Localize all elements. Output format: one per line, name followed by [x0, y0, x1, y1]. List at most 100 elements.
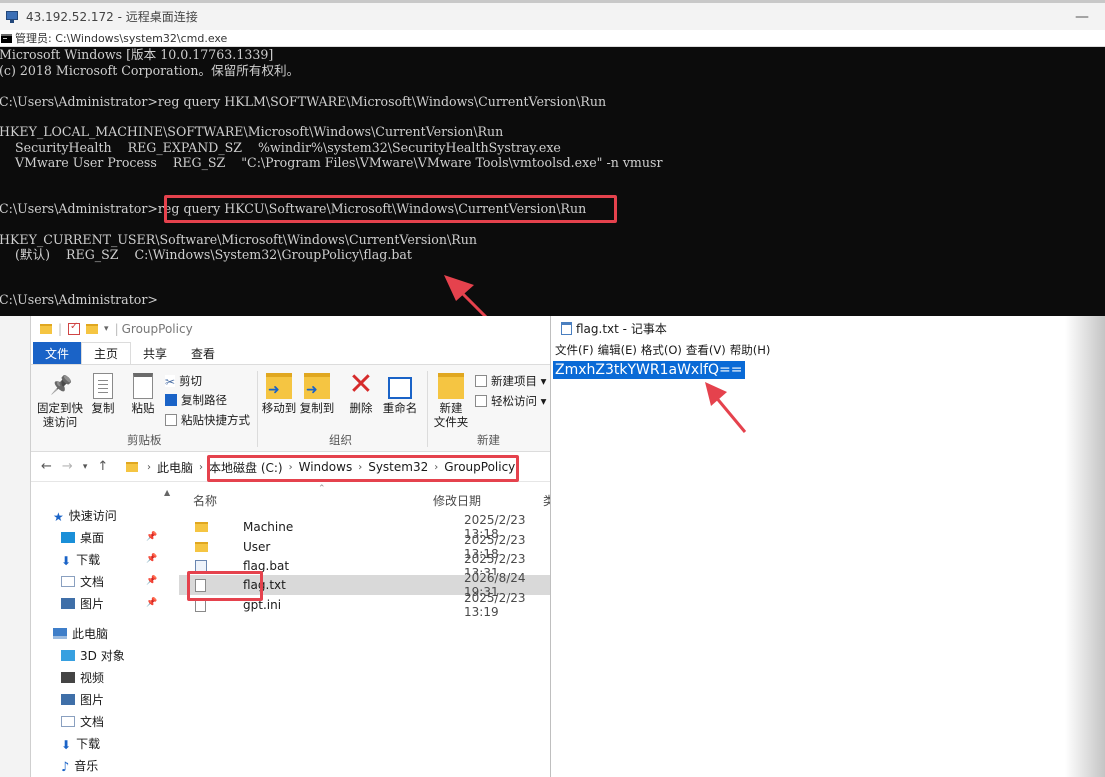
- download-icon: ⬇: [61, 738, 72, 752]
- console-prompt: C:\Users\Administrator>: [0, 292, 158, 307]
- cmd-console[interactable]: Microsoft Windows [版本 10.0.17763.1339] (…: [0, 47, 1105, 316]
- paste-shortcut-button[interactable]: 粘贴快捷方式: [165, 412, 250, 428]
- nav-documents-pc[interactable]: 文档: [61, 713, 104, 730]
- menu-format[interactable]: 格式(O): [641, 342, 682, 358]
- menu-file[interactable]: 文件(F): [555, 342, 594, 358]
- back-arrow-icon[interactable]: ←: [41, 459, 52, 474]
- nav-desktop[interactable]: 桌面: [61, 529, 104, 546]
- folder-icon: [195, 522, 208, 532]
- scissors-icon: ✂: [165, 375, 176, 389]
- cmd-title: 管理员: C:\Windows\system32\cmd.exe: [15, 32, 228, 45]
- computer-icon: [53, 628, 67, 639]
- window-edge-shadow: [1065, 316, 1105, 777]
- pin-quick-access-button[interactable]: 固定到快 速访问: [35, 369, 85, 429]
- nav-3d-objects[interactable]: 3D 对象: [61, 647, 125, 664]
- copy-path-button[interactable]: 复制路径: [165, 392, 227, 408]
- notepad-icon: [561, 321, 572, 335]
- pin-icon: 📌: [146, 576, 158, 586]
- customize-dropdown-icon[interactable]: ▾: [104, 324, 109, 334]
- move-to-button[interactable]: 移动到: [261, 369, 297, 415]
- rename-icon: [388, 377, 412, 399]
- nav-pictures-pc[interactable]: 图片: [61, 691, 104, 708]
- copy-path-icon: [165, 394, 177, 406]
- group-new-label: 新建: [477, 433, 500, 447]
- tab-share[interactable]: 共享: [131, 342, 179, 364]
- new-folder-button[interactable]: 新建 文件夹: [431, 369, 471, 429]
- menu-view[interactable]: 查看(V): [686, 342, 726, 358]
- pin-icon: 📌: [146, 532, 158, 542]
- paste-button[interactable]: 粘贴: [127, 369, 159, 415]
- tab-file[interactable]: 文件: [33, 342, 82, 364]
- minimize-button[interactable]: —: [1075, 9, 1089, 25]
- nav-pictures[interactable]: 图片: [61, 595, 104, 612]
- nav-downloads-pc[interactable]: ⬇ 下载: [61, 735, 100, 752]
- console-line: Microsoft Windows [版本 10.0.17763.1339]: [0, 47, 274, 62]
- ribbon-tabs: 文件 主页 共享 查看: [31, 342, 550, 364]
- new-folder-icon[interactable]: [86, 324, 99, 334]
- tab-home[interactable]: 主页: [81, 342, 132, 364]
- document-icon: [61, 716, 75, 727]
- pictures-icon: [61, 598, 75, 609]
- notepad-window: flag.txt - 记事本 文件(F) 编辑(E) 格式(O) 查看(V) 帮…: [550, 316, 1105, 777]
- recent-dropdown-icon[interactable]: ▾: [83, 462, 88, 472]
- column-type[interactable]: 类: [543, 492, 550, 509]
- menu-edit[interactable]: 编辑(E): [598, 342, 637, 358]
- console-line: (c) 2018 Microsoft Corporation。保留所有权利。: [0, 63, 300, 78]
- menu-help[interactable]: 帮助(H): [730, 342, 771, 358]
- up-arrow-icon[interactable]: ↑: [97, 459, 108, 474]
- copy-to-icon: [304, 373, 330, 399]
- notepad-menubar: 文件(F) 编辑(E) 格式(O) 查看(V) 帮助(H): [551, 340, 1105, 360]
- folder-icon: [195, 542, 208, 552]
- nav-downloads[interactable]: ⬇ 下载: [61, 551, 100, 568]
- file-list-header: 名称 ⌃ 修改日期 类: [193, 484, 550, 512]
- move-to-icon: [266, 373, 292, 399]
- explorer-title: GroupPolicy: [121, 322, 193, 336]
- nav-music[interactable]: ♪ 音乐: [61, 757, 98, 775]
- highlight-box-path: [207, 455, 519, 482]
- console-line: (默认) REG_SZ C:\Windows\System32\GroupPol…: [0, 247, 412, 262]
- cmd-icon: [1, 33, 12, 43]
- annotation-arrow-icon: [705, 382, 747, 433]
- easy-access-button[interactable]: 轻松访问 ▾: [475, 393, 546, 409]
- pin-icon: 📌: [146, 554, 158, 564]
- notepad-titlebar: flag.txt - 记事本: [551, 316, 1105, 340]
- notepad-text-selection[interactable]: ZmxhZ3tkYWR1aWxlfQ==: [553, 361, 745, 379]
- paste-shortcut-icon: [165, 414, 177, 426]
- column-date[interactable]: 修改日期: [433, 492, 481, 509]
- nav-quick-access[interactable]: ★ 快速访问: [53, 507, 117, 524]
- highlight-box-file: [187, 571, 263, 601]
- remote-desktop-title: 43.192.52.172 - 远程桌面连接: [26, 10, 198, 24]
- notepad-title: flag.txt - 记事本: [576, 321, 667, 336]
- nav-videos[interactable]: 视频: [61, 669, 104, 686]
- quick-access-toolbar: | ▾ | GroupPolicy: [31, 316, 550, 342]
- rename-button[interactable]: 重命名: [381, 369, 419, 415]
- properties-icon[interactable]: [68, 321, 81, 335]
- column-name[interactable]: 名称: [193, 492, 217, 509]
- music-icon: ♪: [61, 760, 70, 775]
- scroll-up-icon[interactable]: ▲: [164, 488, 170, 497]
- document-icon: [61, 576, 75, 587]
- folder-icon: [40, 324, 52, 334]
- remote-desktop-icon: [6, 10, 20, 24]
- tab-view[interactable]: 查看: [179, 342, 227, 364]
- new-folder-icon: [438, 373, 464, 399]
- highlight-box-command: [164, 195, 617, 223]
- copy-button[interactable]: 复制: [87, 369, 119, 415]
- new-item-button[interactable]: 新建项目 ▾: [475, 373, 546, 389]
- breadcrumb-this-pc[interactable]: 此电脑: [157, 459, 193, 476]
- console-line: SecurityHealth REG_EXPAND_SZ %windir%\sy…: [0, 140, 561, 155]
- cut-button[interactable]: ✂ 剪切: [165, 373, 202, 389]
- sort-chevron-icon: ⌃: [318, 484, 326, 494]
- annotation-arrow-icon: [444, 275, 488, 316]
- console-line: VMware User Process REG_SZ "C:\Program F…: [0, 155, 663, 170]
- forward-arrow-icon[interactable]: →: [62, 459, 73, 474]
- nav-this-pc[interactable]: 此电脑: [53, 625, 108, 642]
- nav-documents[interactable]: 文档: [61, 573, 104, 590]
- delete-button[interactable]: ✕ 删除: [345, 367, 377, 416]
- console-line: HKEY_CURRENT_USER\Software\Microsoft\Win…: [0, 232, 477, 247]
- copy-to-button[interactable]: 复制到: [299, 369, 335, 415]
- delete-icon: ✕: [348, 367, 374, 402]
- navigation-bar: ← → ▾ ↑ › 此电脑 › 本地磁盘 (C:) › Windows › Sy…: [31, 452, 550, 482]
- console-line: C:\Users\Administrator>reg query HKLM\SO…: [0, 94, 607, 109]
- console-line: HKEY_LOCAL_MACHINE\SOFTWARE\Microsoft\Wi…: [0, 124, 504, 139]
